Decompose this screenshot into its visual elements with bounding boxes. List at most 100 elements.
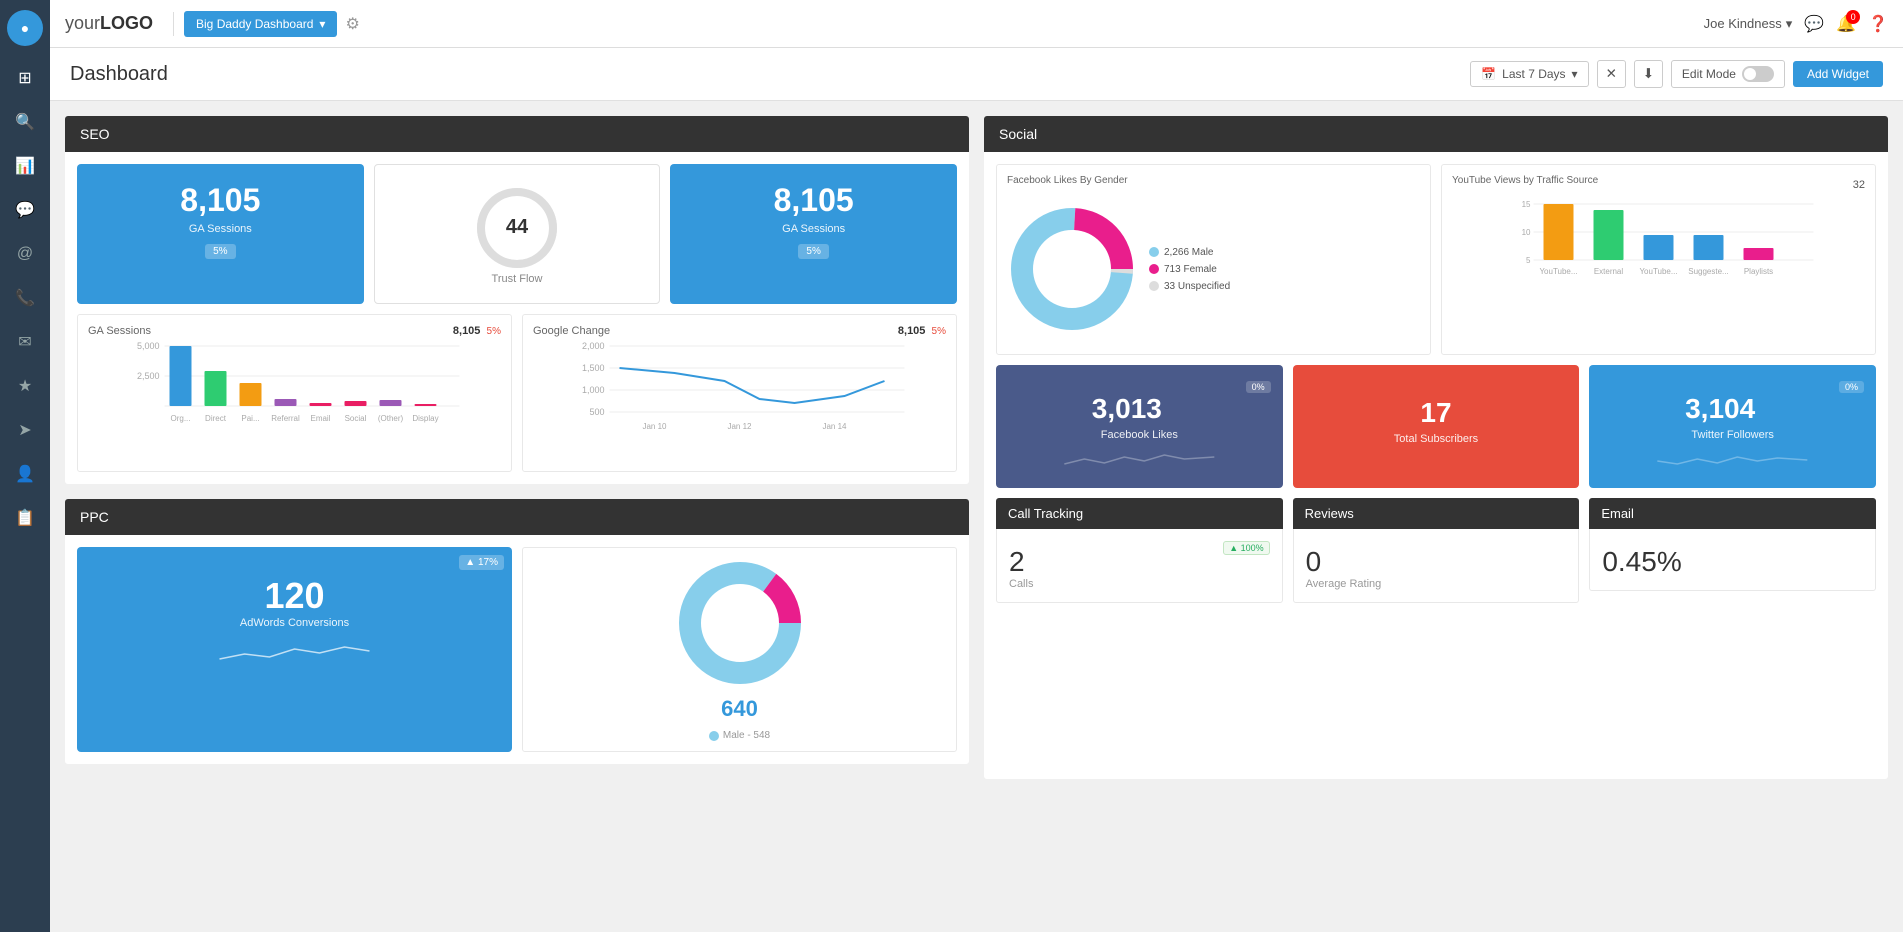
twitter-wave <box>1601 449 1864 472</box>
svg-text:15: 15 <box>1522 200 1531 209</box>
svg-text:YouTube...: YouTube... <box>1639 267 1677 276</box>
adwords-label: AdWords Conversions <box>89 617 500 629</box>
calendar-icon: 📅 <box>1481 67 1496 81</box>
svg-text:Social: Social <box>345 414 367 423</box>
twitter-badge: 0% <box>1839 381 1864 393</box>
sidebar-item-comments[interactable]: 💬 <box>7 192 43 228</box>
google-change-chart-title: Google Change 8,105 5% <box>533 325 946 337</box>
adwords-wave <box>89 639 500 664</box>
social-section: Social Facebook Likes By Gender <box>984 116 1888 779</box>
page-header: Dashboard 📅 Last 7 Days ▾ ✕ ⬇ Edit Mode … <box>50 48 1903 101</box>
female-dot <box>1149 264 1159 274</box>
ga-sessions-card-3: 8,105 GA Sessions 5% <box>670 164 957 304</box>
trust-flow-card: 44 Trust Flow <box>374 164 661 304</box>
fb-gender-chart: Facebook Likes By Gender <box>996 164 1431 355</box>
help-icon[interactable]: ❓ <box>1868 14 1888 34</box>
social-header: Social <box>984 116 1888 152</box>
date-filter-btn[interactable]: 📅 Last 7 Days ▾ <box>1470 61 1588 87</box>
ppc-donut-value: 640 <box>721 696 758 722</box>
seo-charts-row: GA Sessions 8,105 5% 5,000 <box>77 314 957 472</box>
topnav: yourLOGO Big Daddy Dashboard ⚙ Joe Kindn… <box>50 0 1903 48</box>
page-title: Dashboard <box>70 63 1470 86</box>
seo-metric-cards: 8,105 GA Sessions 5% 44 Trust Flow <box>77 164 957 304</box>
ga-sessions-value-1: 8,105 <box>89 182 352 219</box>
ppc-donut-card: 640 Male - 548 <box>522 547 957 752</box>
sidebar-item-clipboard[interactable]: 📋 <box>7 500 43 536</box>
ppc-section: PPC ▲ 17% 120 AdWords Conversions <box>65 499 969 764</box>
fb-likes-card: 0% 3,013 Facebook Likes <box>996 365 1283 488</box>
user-menu[interactable]: Joe Kindness ▾ <box>1704 16 1793 32</box>
subscribers-value: 17 <box>1305 381 1568 429</box>
yt-bar-chart-svg: 15 10 5 YouTube... External <box>1452 194 1865 324</box>
svg-text:External: External <box>1594 267 1624 276</box>
close-btn[interactable]: ✕ <box>1597 60 1626 88</box>
avg-rating-value: 0 <box>1306 546 1567 578</box>
trust-label: Trust Flow <box>492 273 543 285</box>
unspecified-dot <box>1149 281 1159 291</box>
download-btn[interactable]: ⬇ <box>1634 60 1663 88</box>
email-section: Email 0.45% <box>1589 498 1876 603</box>
ppc-male-dot <box>709 731 719 741</box>
ga-sessions-value-3: 8,105 <box>682 182 945 219</box>
gear-icon[interactable]: ⚙ <box>345 14 359 34</box>
topnav-divider <box>173 12 174 36</box>
reviews-section: Reviews 0 Average Rating <box>1293 498 1580 603</box>
legend-unspecified: 33 Unspecified <box>1149 281 1230 292</box>
svg-text:1,500: 1,500 <box>582 363 605 373</box>
sidebar-item-send[interactable]: ➤ <box>7 412 43 448</box>
email-body: 0.45% <box>1589 529 1876 591</box>
notification-bell[interactable]: 🔔 0 <box>1836 14 1856 34</box>
male-dot <box>1149 247 1159 257</box>
subscribers-card: 17 Total Subscribers <box>1293 365 1580 488</box>
dashboard-content: SEO 8,105 GA Sessions 5% 44 <box>50 101 1903 932</box>
svg-text:2,000: 2,000 <box>582 341 605 351</box>
call-tracking-section: Call Tracking ▲ 100% 2 Calls <box>996 498 1283 603</box>
fb-donut-svg <box>1007 204 1137 334</box>
yt-chart-card: YouTube Views by Traffic Source 32 15 10… <box>1441 164 1876 355</box>
sidebar-item-star[interactable]: ★ <box>7 368 43 404</box>
social-charts-grid: Facebook Likes By Gender <box>996 164 1876 355</box>
svg-text:44: 44 <box>506 216 529 238</box>
main-content: yourLOGO Big Daddy Dashboard ⚙ Joe Kindn… <box>50 0 1903 932</box>
ppc-body: ▲ 17% 120 AdWords Conversions <box>65 535 969 764</box>
reviews-header: Reviews <box>1293 498 1580 529</box>
svg-text:10: 10 <box>1522 228 1531 237</box>
sidebar-item-home[interactable]: ⊞ <box>7 60 43 96</box>
svg-text:YouTube...: YouTube... <box>1539 267 1577 276</box>
calls-badge: ▲ 100% <box>1223 541 1269 555</box>
sidebar-item-search[interactable]: 🔍 <box>7 104 43 140</box>
google-change-chart: Google Change 8,105 5% 2,000 <box>522 314 957 472</box>
call-tracking-header: Call Tracking <box>996 498 1283 529</box>
email-header: Email <box>1589 498 1876 529</box>
svg-text:5,000: 5,000 <box>137 341 160 351</box>
trust-flow-donut: 44 <box>472 183 562 273</box>
sidebar-item-at[interactable]: @ <box>7 236 43 272</box>
sidebar-item-user[interactable]: 👤 <box>7 456 43 492</box>
sidebar-item-email[interactable]: ✉ <box>7 324 43 360</box>
svg-text:(Other): (Other) <box>378 414 404 423</box>
adwords-value: 120 <box>89 575 500 617</box>
ga-sessions-chart: GA Sessions 8,105 5% 5,000 <box>77 314 512 472</box>
yt-chart-title: YouTube Views by Traffic Source <box>1452 175 1598 186</box>
add-widget-btn[interactable]: Add Widget <box>1793 61 1883 87</box>
twitter-label: Twitter Followers <box>1601 429 1864 441</box>
bar-chart-svg: 5,000 2,500 <box>88 341 501 446</box>
topnav-logo: yourLOGO <box>65 13 153 34</box>
svg-text:Direct: Direct <box>205 414 227 423</box>
twitter-followers-card: 0% 3,104 Twitter Followers <box>1589 365 1876 488</box>
svg-text:Playlists: Playlists <box>1744 267 1773 276</box>
svg-text:Pai...: Pai... <box>241 414 259 423</box>
sidebar-item-phone[interactable]: 📞 <box>7 280 43 316</box>
dashboard-selector[interactable]: Big Daddy Dashboard <box>184 11 337 37</box>
edit-mode-btn[interactable]: Edit Mode <box>1671 60 1785 88</box>
header-actions: 📅 Last 7 Days ▾ ✕ ⬇ Edit Mode Add Widget <box>1470 60 1883 88</box>
calls-label: Calls <box>1009 578 1270 590</box>
edit-mode-toggle[interactable] <box>1742 66 1774 82</box>
svg-text:5: 5 <box>1526 256 1531 265</box>
sidebar-logo: ● <box>7 10 43 46</box>
fb-likes-badge: 0% <box>1246 381 1271 393</box>
ga-sessions-label-3: GA Sessions <box>682 223 945 235</box>
sidebar-item-bar-chart[interactable]: 📊 <box>7 148 43 184</box>
social-body: Facebook Likes By Gender <box>984 152 1888 615</box>
chat-icon[interactable]: 💬 <box>1804 14 1824 34</box>
